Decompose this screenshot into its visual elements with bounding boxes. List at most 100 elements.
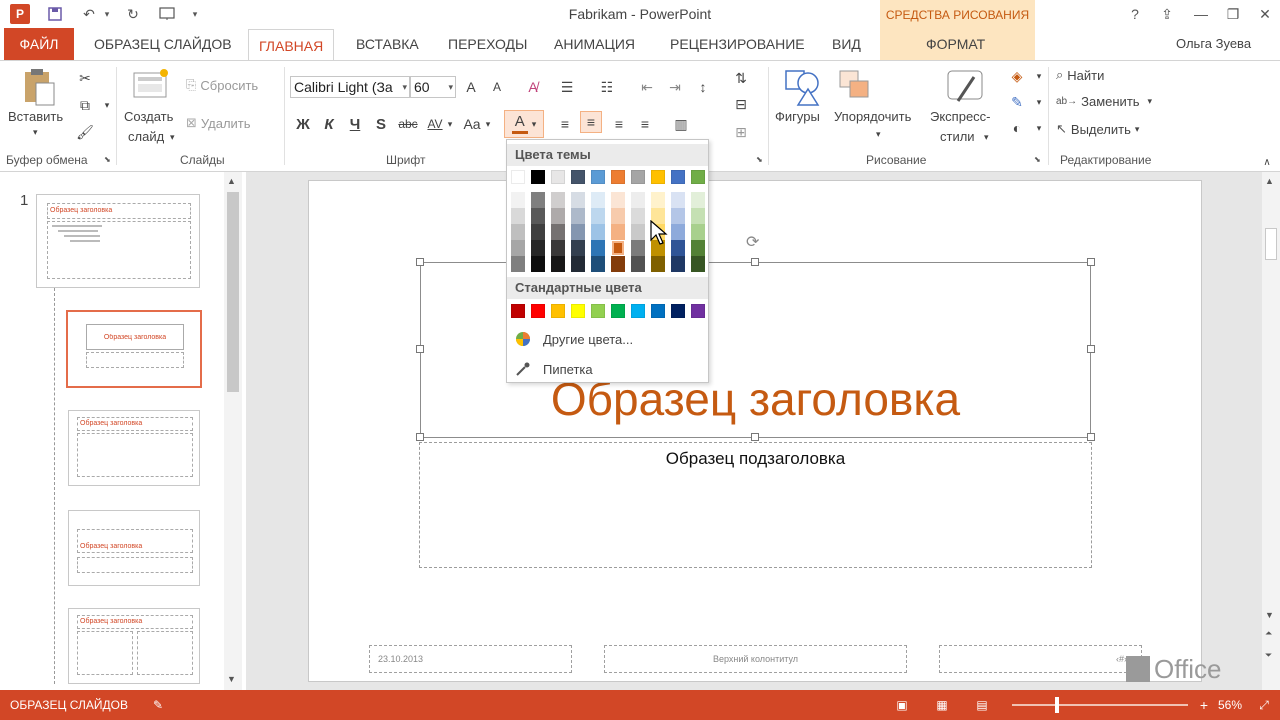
redo-icon[interactable]: ↻ (122, 3, 144, 25)
select-button[interactable]: ↖ Выделить ▾ (1056, 121, 1139, 137)
scroll-thumb[interactable] (227, 192, 239, 392)
restore-button[interactable]: ❐ (1218, 2, 1248, 26)
customize-qat-icon[interactable]: ▾ (184, 3, 206, 25)
standard-color-swatch[interactable] (611, 304, 625, 318)
start-slideshow-icon[interactable] (156, 3, 178, 25)
tab-insert[interactable]: ВСТАВКА (346, 28, 429, 60)
theme-shade-swatch[interactable] (531, 256, 545, 272)
tab-review[interactable]: РЕЦЕНЗИРОВАНИЕ (660, 28, 815, 60)
resize-handle[interactable] (416, 258, 424, 266)
fit-slide-icon[interactable]: ⤢ (1256, 697, 1272, 713)
font-color-dropdown-icon[interactable]: ▾ (532, 119, 537, 130)
theme-shade-swatch[interactable] (511, 256, 525, 272)
justify-icon[interactable]: ≡ (634, 113, 656, 135)
drawing-launcher-icon[interactable]: ⬊ (1034, 155, 1041, 164)
theme-shade-swatch[interactable] (631, 240, 645, 256)
theme-shade-swatch[interactable] (691, 224, 705, 240)
copy-dropdown-icon[interactable]: ▾ (96, 94, 118, 116)
theme-shade-swatch[interactable] (551, 256, 565, 272)
align-center-icon[interactable]: ≡ (580, 111, 602, 133)
new-slide-icon[interactable] (132, 67, 170, 101)
standard-color-swatch[interactable] (651, 304, 665, 318)
resize-handle[interactable] (751, 433, 759, 441)
theme-color-swatch[interactable] (671, 170, 685, 184)
text-direction-icon[interactable]: ⇅ (730, 67, 752, 89)
theme-shade-swatch[interactable] (611, 240, 625, 256)
zoom-slider[interactable] (1012, 704, 1188, 706)
theme-color-swatch[interactable] (691, 170, 705, 184)
zoom-level[interactable]: 56% (1218, 698, 1242, 712)
increase-indent-icon[interactable]: ⇥ (664, 76, 686, 98)
date-placeholder[interactable]: 23.10.2013 (369, 645, 572, 673)
shape-outline-icon[interactable]: ✎ (1006, 91, 1028, 113)
theme-shade-swatch[interactable] (511, 224, 525, 240)
zoom-slider-thumb[interactable] (1054, 697, 1059, 713)
standard-color-swatch[interactable] (511, 304, 525, 318)
resize-handle[interactable] (751, 258, 759, 266)
theme-shade-swatch[interactable] (671, 240, 685, 256)
underline-button[interactable]: Ч (344, 113, 366, 135)
layout-thumbnail-5[interactable]: Образец заголовка (68, 608, 200, 684)
replace-button[interactable]: ab→ Заменить ▾ (1056, 94, 1152, 109)
text-shadow-button[interactable]: S (370, 113, 392, 135)
theme-shade-swatch[interactable] (671, 208, 685, 224)
theme-shade-swatch[interactable] (611, 224, 625, 240)
tab-format[interactable]: ФОРМАТ (916, 28, 995, 60)
shape-effects-icon[interactable]: ◐ (1006, 117, 1028, 139)
undo-dropdown-icon[interactable]: ▾ (96, 3, 118, 25)
normal-view-icon[interactable]: ▣ (894, 697, 910, 713)
theme-shade-swatch[interactable] (571, 192, 585, 208)
reset-button[interactable]: ⎘ Сбросить (186, 77, 258, 93)
close-button[interactable]: ✕ (1250, 2, 1280, 26)
shape-fill-dropdown-icon[interactable]: ▾ (1028, 65, 1050, 87)
theme-shade-swatch[interactable] (551, 208, 565, 224)
change-case-dropdown-icon[interactable]: ▾ (482, 113, 494, 135)
clear-formatting-icon[interactable]: A̸ (522, 76, 544, 98)
slide-number-placeholder[interactable]: ‹#› (939, 645, 1142, 673)
scroll-thumb[interactable] (1265, 228, 1277, 260)
shape-outline-dropdown-icon[interactable]: ▾ (1028, 91, 1050, 113)
theme-shade-swatch[interactable] (591, 240, 605, 256)
tab-animations[interactable]: АНИМАЦИЯ (544, 28, 645, 60)
theme-shade-swatch[interactable] (571, 256, 585, 272)
arrange-icon[interactable] (834, 67, 874, 107)
new-slide-label[interactable]: Создать (124, 109, 173, 124)
align-right-icon[interactable]: ≡ (608, 113, 630, 135)
tab-home[interactable]: ГЛАВНАЯ (248, 29, 335, 61)
resize-handle[interactable] (1087, 258, 1095, 266)
font-name-dropdown-icon[interactable]: ▾ (402, 77, 407, 97)
standard-color-swatch[interactable] (551, 304, 565, 318)
theme-shade-swatch[interactable] (611, 208, 625, 224)
theme-color-swatch[interactable] (651, 170, 665, 184)
columns-icon[interactable]: ▥ (670, 113, 692, 135)
theme-shade-swatch[interactable] (691, 256, 705, 272)
layout-thumbnail-4[interactable]: Образец заголовка (68, 510, 200, 586)
copy-icon[interactable]: ⧉ (74, 94, 96, 116)
theme-color-swatch[interactable] (611, 170, 625, 184)
standard-color-swatch[interactable] (671, 304, 685, 318)
bullets-icon[interactable]: ☰ (556, 76, 578, 98)
paragraph-launcher-icon[interactable]: ⬊ (756, 155, 763, 164)
reading-view-icon[interactable]: ▤ (974, 697, 990, 713)
font-color-button[interactable]: A ▾ (504, 110, 544, 138)
font-name-combo[interactable]: Calibri Light (За ▾ (290, 76, 410, 98)
tab-file[interactable]: ФАЙЛ (4, 28, 74, 60)
thumbnail-scrollbar[interactable]: ▲ ▼ (224, 172, 242, 690)
theme-color-swatch[interactable] (531, 170, 545, 184)
theme-shade-swatch[interactable] (531, 240, 545, 256)
save-icon[interactable] (44, 3, 66, 25)
change-case-button[interactable]: Aa (460, 113, 484, 135)
shapes-label[interactable]: Фигуры (775, 109, 820, 124)
paste-button[interactable] (20, 67, 58, 107)
scroll-down-icon[interactable]: ▼ (1265, 610, 1274, 620)
numbering-icon[interactable]: ☷ (596, 76, 618, 98)
theme-color-swatch[interactable] (591, 170, 605, 184)
theme-shade-swatch[interactable] (611, 256, 625, 272)
align-text-icon[interactable]: ⊟ (730, 93, 752, 115)
character-spacing-dropdown-icon[interactable]: ▾ (444, 113, 456, 135)
spelling-icon[interactable]: ✎ (150, 697, 166, 713)
more-colors-item[interactable]: Другие цвета... (507, 326, 708, 352)
theme-color-swatch[interactable] (571, 170, 585, 184)
shapes-icon[interactable] (782, 67, 822, 107)
theme-shade-swatch[interactable] (691, 240, 705, 256)
